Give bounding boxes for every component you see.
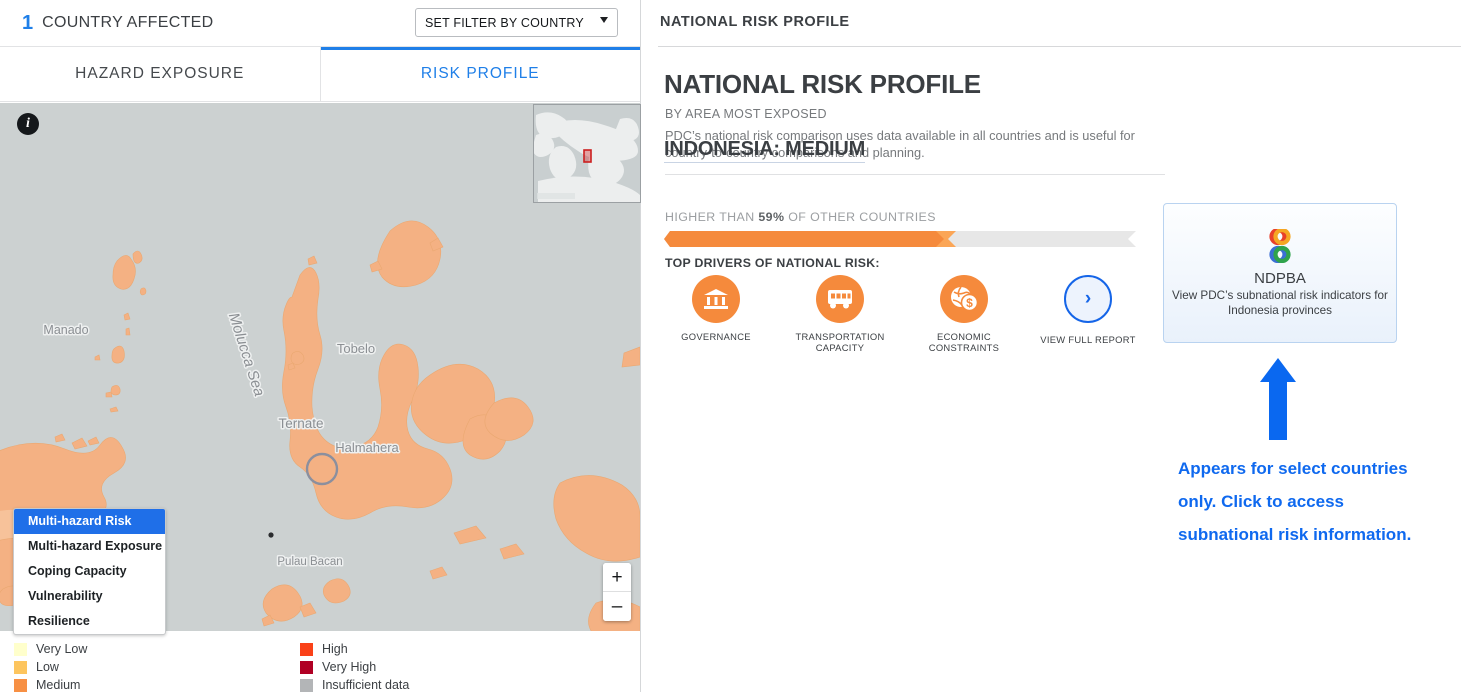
map-label-ternate: Ternate <box>278 416 323 431</box>
zoom-in-button[interactable]: + <box>603 563 631 592</box>
map-label-tobelo: Tobelo <box>337 341 375 356</box>
risk-drivers-row: GOVERNANCE TRANSPORTATION CAPACITY $ ECO… <box>654 275 1150 353</box>
ndpba-pinwheel-logo <box>1269 228 1291 263</box>
layer-item-resilience[interactable]: Resilience <box>14 609 165 634</box>
view-full-report-label: VIEW FULL REPORT <box>1040 334 1136 345</box>
legend-item-insufficient-data: Insufficient data <box>300 676 409 692</box>
driver-economic-constraints[interactable]: $ ECONOMIC CONSTRAINTS <box>902 275 1026 353</box>
minimap-attribution <box>537 193 575 199</box>
callout-text: Appears for select countries only. Click… <box>1178 459 1412 544</box>
legend-swatch-low <box>14 660 27 674</box>
layer-item-multi-hazard-risk[interactable]: Multi-hazard Risk <box>14 509 165 534</box>
map-zoom-controls: + – <box>603 563 631 621</box>
legend-swatch-insufficient-data <box>300 678 313 692</box>
tab-risk-profile[interactable]: RISK PROFILE <box>319 47 640 101</box>
map-layer-menu[interactable]: Multi-hazard Risk Multi-hazard Exposure … <box>13 508 166 635</box>
percentile-prefix: HIGHER THAN <box>665 210 759 224</box>
risk-percentile-bar <box>664 231 1136 247</box>
application-root: 1 COUNTRY AFFECTED SET FILTER BY COUNTRY… <box>0 0 1465 692</box>
map-label-manado: Manado <box>43 323 88 337</box>
panel-title: NATIONAL RISK PROFILE <box>660 14 850 30</box>
legend-label-low: Low <box>36 660 59 674</box>
legend-label-medium: Medium <box>36 678 81 692</box>
country-filter-select[interactable]: SET FILTER BY COUNTRY <box>415 8 618 37</box>
bus-icon <box>816 275 864 323</box>
ndpba-card[interactable]: NDPBA View PDC’s subnational risk indica… <box>1163 203 1397 343</box>
ndpba-description: View PDC’s subnational risk indicators f… <box>1172 288 1388 317</box>
driver-label-economic-constraints: ECONOMIC CONSTRAINTS <box>928 331 1000 353</box>
page-subtitle: BY AREA MOST EXPOSED <box>665 107 827 121</box>
legend-label-high: High <box>322 642 348 656</box>
legend-swatch-high <box>300 642 313 656</box>
section-divider <box>665 174 1165 175</box>
svg-text:$: $ <box>966 296 973 310</box>
bank-icon-glyph <box>704 289 728 309</box>
layer-item-multi-hazard-exposure[interactable]: Multi-hazard Exposure <box>14 534 165 559</box>
map-legend: Very Low Low Medium High Very High Insuf… <box>0 632 640 692</box>
left-panel: 1 COUNTRY AFFECTED SET FILTER BY COUNTRY… <box>0 0 641 692</box>
map-label-halmahera: Halmahera <box>335 440 399 455</box>
minimap[interactable] <box>533 104 641 203</box>
driver-governance[interactable]: GOVERNANCE <box>654 275 778 353</box>
header-divider <box>658 46 1461 47</box>
ndpba-title: NDPBA <box>1254 269 1306 287</box>
country-count: 1 <box>22 11 34 34</box>
minimap-world <box>534 105 640 202</box>
legend-swatch-very-high <box>300 660 313 674</box>
layer-item-vulnerability[interactable]: Vulnerability <box>14 584 165 609</box>
legend-label-very-low: Very Low <box>36 642 88 656</box>
driver-label-governance: GOVERNANCE <box>681 331 751 342</box>
view-full-report-button[interactable]: › VIEW FULL REPORT <box>1026 275 1150 353</box>
legend-swatch-very-low <box>14 642 27 656</box>
legend-column-right: High Very High Insufficient data <box>300 640 409 692</box>
drivers-label: TOP DRIVERS OF NATIONAL RISK: <box>665 256 880 270</box>
percentile-caption: HIGHER THAN 59% OF OTHER COUNTRIES <box>665 210 936 224</box>
layer-item-coping-capacity[interactable]: Coping Capacity <box>14 559 165 584</box>
page-title: NATIONAL RISK PROFILE <box>664 69 981 99</box>
chevron-right-icon[interactable]: › <box>1064 275 1112 323</box>
right-toolbar: NATIONAL RISK PROFILE <box>642 0 1465 47</box>
country-risk-heading: INDONESIA: MEDIUM <box>664 138 865 163</box>
legend-label-insufficient-data: Insufficient data <box>322 678 410 692</box>
bus-icon-glyph <box>828 290 852 309</box>
legend-item-very-low: Very Low <box>14 640 87 658</box>
zoom-out-button[interactable]: – <box>603 592 631 621</box>
legend-column-left: Very Low Low Medium <box>14 640 87 692</box>
tab-bar: HAZARD EXPOSURE RISK PROFILE <box>0 47 640 102</box>
map-label-pulau-bacan: Pulau Bacan <box>277 556 342 568</box>
bank-icon <box>692 275 740 323</box>
legend-item-low: Low <box>14 658 87 676</box>
legend-item-high: High <box>300 640 409 658</box>
percentile-suffix: OF OTHER COUNTRIES <box>784 210 936 224</box>
risk-bar-fill <box>664 231 952 247</box>
left-toolbar: 1 COUNTRY AFFECTED SET FILTER BY COUNTRY <box>0 0 640 47</box>
country-count-label: COUNTRY AFFECTED <box>42 14 214 31</box>
globe-dollar-icon-glyph: $ <box>951 286 978 312</box>
driver-transportation-capacity[interactable]: TRANSPORTATION CAPACITY <box>778 275 902 353</box>
globe-dollar-icon: $ <box>940 275 988 323</box>
up-arrow-annotation <box>1260 358 1296 440</box>
legend-swatch-medium <box>14 678 27 692</box>
tab-hazard-exposure[interactable]: HAZARD EXPOSURE <box>0 47 320 101</box>
legend-item-medium: Medium <box>14 676 87 692</box>
percentile-value: 59% <box>758 210 785 224</box>
info-icon[interactable]: i <box>17 113 39 135</box>
legend-label-very-high: Very High <box>322 660 377 674</box>
legend-item-very-high: Very High <box>300 658 409 676</box>
driver-label-transportation-capacity: TRANSPORTATION CAPACITY <box>795 331 885 353</box>
